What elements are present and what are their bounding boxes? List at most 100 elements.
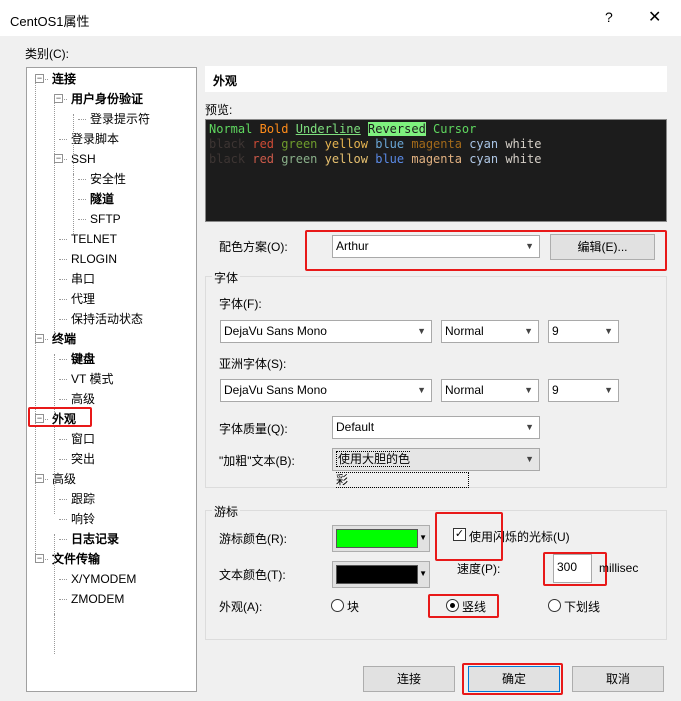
close-button[interactable]: ✕ — [648, 7, 661, 27]
tree-item[interactable]: 连接 — [52, 70, 76, 88]
font-label: 字体(F): — [219, 297, 262, 311]
bold-text-label: "加粗"文本(B): — [219, 454, 295, 468]
font-select[interactable]: DejaVu Sans Mono ▼ — [220, 320, 432, 343]
connect-button[interactable]: 连接 — [363, 666, 455, 692]
collapse-icon[interactable]: − — [35, 74, 44, 83]
asian-font-select[interactable]: DejaVu Sans Mono ▼ — [220, 379, 432, 402]
preview-text: yellow — [324, 152, 368, 166]
preview-line: black red green yellow blue magenta cyan… — [209, 152, 663, 167]
tree-item[interactable]: SSH — [71, 150, 96, 168]
bold-text-select[interactable]: 使用大胆的色彩 ▼ — [332, 448, 540, 488]
window-title: CentOS1属性 — [10, 14, 90, 29]
tree-connector — [59, 379, 67, 380]
tree-item[interactable]: 串口 — [71, 270, 95, 288]
font-size-select[interactable]: 9 ▼ — [548, 320, 619, 343]
tree-item[interactable]: X/YMODEM — [71, 570, 136, 588]
cursor-group-label: 游标 — [212, 503, 241, 520]
shape-underline-radio[interactable] — [548, 599, 561, 612]
tree-item[interactable]: SFTP — [90, 210, 121, 228]
tree-item[interactable]: 高级 — [52, 470, 76, 488]
preview-text: magenta — [411, 152, 462, 166]
tree-item[interactable]: 键盘 — [71, 350, 95, 368]
preview-text: Reversed — [368, 122, 426, 136]
tree-connector — [78, 199, 86, 200]
tree-item[interactable]: VT 模式 — [71, 370, 113, 388]
quality-select[interactable]: Default ▼ — [332, 416, 540, 439]
font-size-value: 9 — [552, 324, 559, 338]
tree-connector — [59, 439, 67, 440]
tree-item[interactable]: RLOGIN — [71, 250, 117, 268]
chevron-down-icon: ▼ — [525, 454, 534, 464]
tree-item[interactable]: 安全性 — [90, 170, 126, 188]
cursor-color-label: 游标颜色(R): — [219, 532, 287, 546]
asian-font-size-select[interactable]: 9 ▼ — [548, 379, 619, 402]
highlight-box — [543, 552, 607, 586]
font-weight-select[interactable]: Normal ▼ — [441, 320, 539, 343]
tree-line — [73, 114, 74, 174]
tree-item[interactable]: 跟踪 — [71, 490, 95, 508]
tree-line — [54, 534, 55, 614]
collapse-icon[interactable]: − — [35, 554, 44, 563]
asian-font-label: 亚洲字体(S): — [219, 357, 287, 371]
chevron-down-icon: ▼ — [417, 385, 426, 395]
tree-item[interactable]: ZMODEM — [71, 590, 124, 608]
tree-connector — [59, 459, 67, 460]
preview-text: Normal — [209, 122, 253, 136]
tree-line — [54, 94, 55, 334]
tree-item[interactable]: 响铃 — [71, 510, 95, 528]
cancel-button[interactable]: 取消 — [572, 666, 664, 692]
font-group-label: 字体 — [212, 269, 241, 286]
tree-connector — [59, 359, 67, 360]
collapse-icon[interactable]: − — [54, 94, 63, 103]
color-swatch — [336, 565, 418, 584]
tree-item[interactable]: 登录提示符 — [90, 110, 150, 128]
asian-font-size-value: 9 — [552, 383, 559, 397]
tree-item[interactable]: 终端 — [52, 330, 76, 348]
text-color-picker[interactable]: ▼ — [332, 561, 430, 588]
highlight-box — [428, 594, 499, 618]
preview-text: green — [281, 152, 318, 166]
chevron-down-icon: ▼ — [419, 569, 427, 578]
tree-item[interactable]: 文件传输 — [52, 550, 100, 568]
collapse-icon[interactable]: − — [54, 154, 63, 163]
tree-connector — [59, 579, 67, 580]
collapse-icon[interactable]: − — [35, 474, 44, 483]
scheme-label: 配色方案(O): — [219, 240, 288, 254]
shape-block-radio[interactable] — [331, 599, 344, 612]
preview-line: black red green yellow blue magenta cyan… — [209, 137, 663, 152]
chevron-down-icon: ▼ — [604, 385, 613, 395]
preview-label: 预览: — [205, 103, 233, 117]
preview-text: yellow — [324, 137, 368, 151]
preview-text: black — [209, 152, 246, 166]
tree-item[interactable]: 窗口 — [71, 430, 95, 448]
tree-connector — [78, 219, 86, 220]
preview-text: Cursor — [433, 122, 477, 136]
preview-text: Underline — [295, 122, 361, 136]
chevron-down-icon: ▼ — [524, 385, 533, 395]
tree-item[interactable]: TELNET — [71, 230, 117, 248]
cursor-color-picker[interactable]: ▼ — [332, 525, 430, 552]
tree-item[interactable]: 登录脚本 — [71, 130, 119, 148]
tree-item[interactable]: 日志记录 — [71, 530, 119, 548]
tree-item[interactable]: 突出 — [71, 450, 95, 468]
preview-text: cyan — [469, 137, 499, 151]
tree-item[interactable]: 用户身份验证 — [71, 90, 143, 108]
preview-line: Normal Bold Underline Reversed Cursor — [209, 122, 663, 137]
title-bar — [0, 0, 681, 36]
asian-font-weight-select[interactable]: Normal ▼ — [441, 379, 539, 402]
tree-item[interactable]: 保持活动状态 — [71, 310, 143, 328]
collapse-icon[interactable]: − — [35, 334, 44, 343]
preview-text: white — [505, 152, 542, 166]
tree-item[interactable]: 高级 — [71, 390, 95, 408]
tree-item[interactable]: 隧道 — [90, 190, 114, 208]
tree-connector — [59, 319, 67, 320]
tree-connector — [59, 599, 67, 600]
tree-item[interactable]: 代理 — [71, 290, 95, 308]
tree-connector — [59, 519, 67, 520]
color-swatch — [336, 529, 418, 548]
help-button[interactable]: ? — [605, 9, 613, 25]
tree-connector — [59, 139, 67, 140]
category-tree[interactable]: 连接 − 用户身份验证 − 登录提示符 登录脚本 SSH − 安全性 隧道 SFTP TELNET RL… — [26, 67, 197, 692]
preview-text: Bold — [259, 122, 289, 136]
preview-text: red — [252, 137, 275, 151]
